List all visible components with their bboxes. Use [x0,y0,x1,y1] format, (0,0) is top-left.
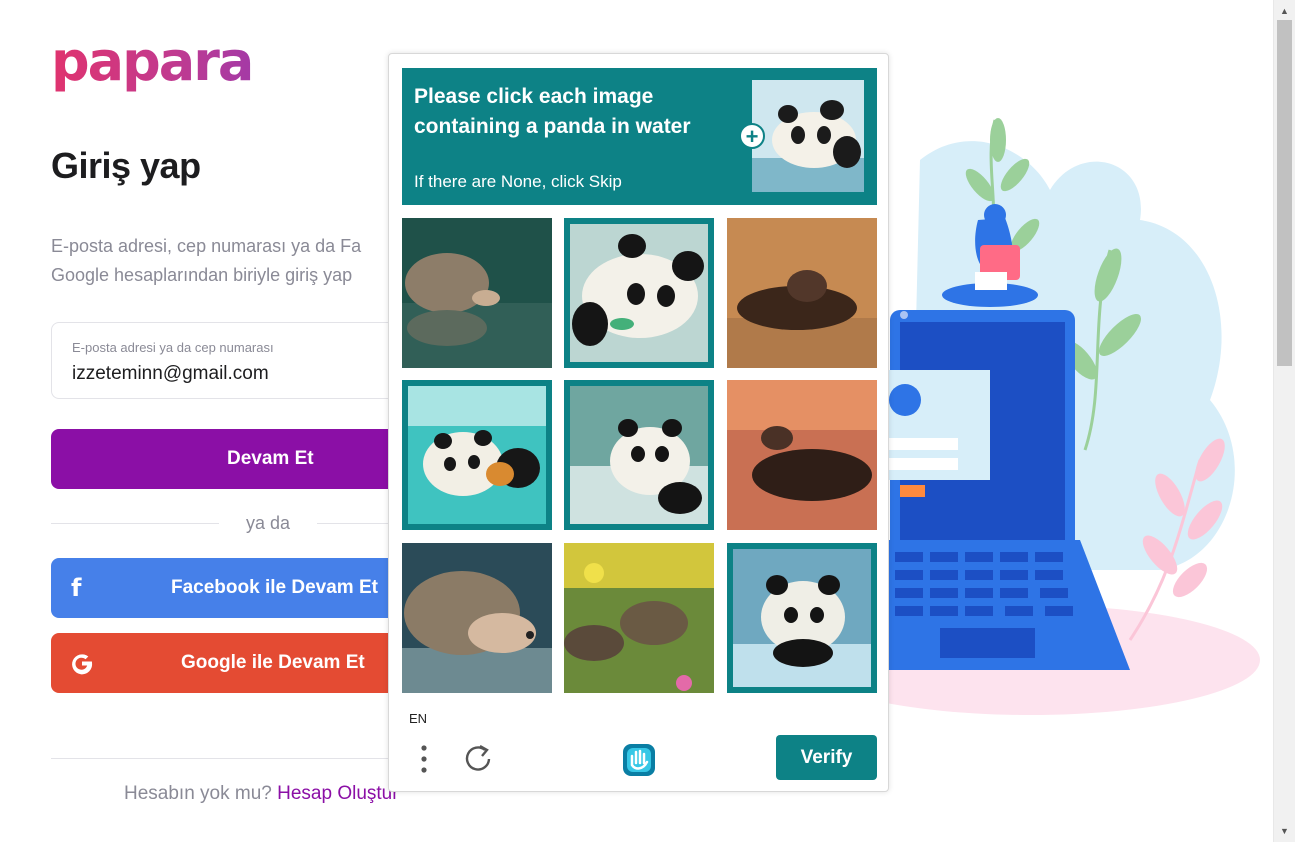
challenge-tile-2[interactable] [564,218,714,368]
challenge-prompt: Please click each image containing a pan… [414,85,691,138]
panda-image [408,386,546,524]
verify-button[interactable]: Verify [776,735,877,780]
no-account-text: Hesabın yok mu? [124,783,272,804]
panda-image [570,386,708,524]
challenge-tile-1[interactable] [402,218,552,368]
challenge-tile-5[interactable] [564,380,714,530]
divider-line-left [51,523,219,524]
email-field-label: E-posta adresi ya da cep numarası [72,340,274,355]
challenge-tile-4[interactable] [402,380,552,530]
google-icon [69,633,95,693]
google-login-button[interactable]: Google ile Devam Et [51,633,391,693]
panda-image [570,224,708,362]
divider-line-right [317,523,391,524]
facebook-icon: f [71,574,82,602]
page-scrollbar[interactable]: ▲ ▼ [1273,0,1295,842]
hcaptcha-challenge: Please click each image containing a pan… [388,53,889,792]
challenge-skip-hint: If there are None, click Skip [414,172,622,191]
hedgehog-in-water-image [402,218,552,368]
signup-prompt: Hesabın yok mu? Hesap Oluştur [124,783,399,805]
refresh-icon[interactable] [463,742,495,776]
scroll-up-arrow-icon[interactable]: ▲ [1274,2,1295,20]
challenge-tile-8[interactable] [564,543,714,693]
email-field[interactable]: E-posta adresi ya da cep numarası izzete… [51,322,391,399]
panda-image [733,549,871,687]
challenge-tile-7[interactable] [402,543,552,693]
otter-in-flowers-image [564,543,714,693]
create-account-link[interactable]: Hesap Oluştur [277,783,398,804]
login-subtitle: E-posta adresi, cep numarası ya da Fa Go… [51,232,391,290]
facebook-login-button[interactable]: f Facebook ile Devam Et [51,558,391,618]
hedgehog-image [402,543,552,693]
challenge-image-grid [402,218,877,693]
scroll-down-arrow-icon[interactable]: ▼ [1274,822,1295,840]
google-login-label: Google ile Devam Et [181,652,365,673]
challenge-tile-6[interactable] [727,380,877,530]
bottom-divider [51,758,391,759]
login-subtitle-line-2: Google hesaplarından biriyle giriş yap [51,265,353,285]
page-title: Giriş yap [51,145,201,186]
challenge-header: Please click each image containing a pan… [402,68,877,205]
continue-button-label: Devam Et [227,448,314,469]
example-panda-image[interactable] [752,80,864,192]
email-input[interactable]: izzeteminn@gmail.com [72,363,371,385]
or-label: ya da [246,513,291,533]
hcaptcha-logo-icon[interactable] [617,738,661,782]
challenge-tile-9[interactable] [727,543,877,693]
login-illustration [880,118,1260,715]
more-options-icon[interactable] [415,742,433,776]
login-subtitle-line-1: E-posta adresi, cep numarası ya da Fa [51,236,362,256]
otter-image [727,218,877,368]
challenge-tile-3[interactable] [727,218,877,368]
language-selector[interactable]: EN [409,711,427,726]
papara-logo[interactable]: papara [51,30,254,94]
facebook-login-label: Facebook ile Devam Et [171,577,378,598]
otter-image [727,380,877,530]
continue-button[interactable]: Devam Et [51,429,391,489]
or-divider: ya da [51,511,391,535]
expand-example-icon[interactable]: + [739,123,765,149]
scroll-thumb[interactable] [1277,20,1292,366]
